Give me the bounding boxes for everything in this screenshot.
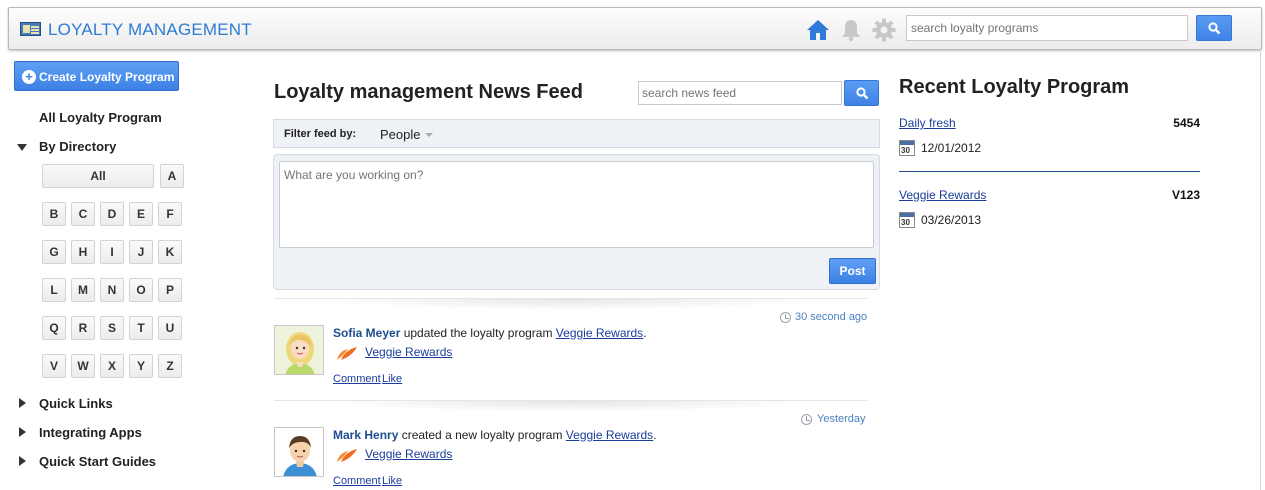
top-header: LOYALTY MANAGEMENT	[8, 7, 1262, 50]
letter-filter-x[interactable]: X	[100, 354, 124, 378]
letter-filter-v[interactable]: V	[42, 354, 66, 378]
like-link[interactable]: Like	[382, 373, 402, 385]
letter-filter-a[interactable]: A	[160, 164, 184, 188]
post-target-link[interactable]: Veggie Rewards	[556, 326, 643, 340]
post-button[interactable]: Post	[829, 258, 876, 284]
bell-icon[interactable]	[839, 18, 863, 42]
calendar-day: 30	[901, 218, 910, 227]
letter-filter-z[interactable]: Z	[158, 354, 182, 378]
post-action-text: created a new loyalty program	[398, 428, 566, 442]
letter-filter-j[interactable]: J	[129, 240, 153, 264]
expand-right-icon[interactable]	[19, 456, 26, 466]
program-search-button[interactable]	[1196, 15, 1232, 41]
letter-filter-g[interactable]: G	[42, 240, 66, 264]
recent-program-link[interactable]: Veggie Rewards	[899, 188, 986, 202]
post-headline: Sofia Meyer updated the loyalty program …	[333, 326, 647, 340]
avatar[interactable]	[274, 325, 324, 375]
user-avatar-icon	[275, 326, 323, 374]
recent-divider	[899, 171, 1200, 172]
letter-filter-t[interactable]: T	[129, 316, 153, 340]
post-timestamp: 30 second ago	[795, 311, 868, 323]
sidebar-item-integrating-apps[interactable]: Integrating Apps	[39, 425, 142, 440]
expand-right-icon[interactable]	[19, 398, 26, 408]
post-composer: Post	[273, 154, 880, 290]
app-title: LOYALTY MANAGEMENT	[48, 20, 252, 39]
letter-filter-w[interactable]: W	[71, 354, 95, 378]
sidebar-item-all-programs[interactable]: All Loyalty Program	[39, 110, 162, 125]
calendar-icon: 30	[899, 140, 915, 156]
feed-title: Loyalty management News Feed	[274, 81, 583, 103]
letter-filter-i[interactable]: I	[100, 240, 124, 264]
recent-programs-title: Recent Loyalty Program	[899, 76, 1130, 98]
program-search-input[interactable]	[906, 15, 1188, 41]
expand-right-icon[interactable]	[19, 427, 26, 437]
feed-divider	[274, 298, 867, 312]
program-link[interactable]: Veggie Rewards	[365, 345, 452, 359]
create-loyalty-program-button[interactable]: + Create Loyalty Program	[14, 61, 179, 91]
recent-program-link[interactable]: Daily fresh	[899, 116, 956, 130]
app-logo-icon	[20, 22, 41, 36]
letter-filter-r[interactable]: R	[71, 316, 95, 340]
post-action-text: updated the loyalty program	[400, 326, 556, 340]
clock-icon	[801, 414, 812, 425]
post-author-link[interactable]: Mark Henry	[333, 428, 398, 442]
letter-filter-n[interactable]: N	[100, 278, 124, 302]
post-headline: Mark Henry created a new loyalty program…	[333, 428, 657, 442]
feed-search-input[interactable]	[638, 81, 842, 105]
post-timestamp: Yesterday	[817, 413, 866, 425]
feed-search-button[interactable]	[844, 80, 879, 106]
sidebar-item-by-directory[interactable]: By Directory	[39, 139, 116, 154]
home-icon[interactable]	[806, 18, 830, 42]
recent-program-date: 12/01/2012	[921, 141, 982, 155]
letter-filter-m[interactable]: M	[71, 278, 95, 302]
search-icon	[1208, 22, 1221, 35]
create-button-label: Create Loyalty Program	[39, 70, 175, 84]
letter-filter-p[interactable]: P	[158, 278, 182, 302]
filter-dropdown[interactable]: People	[380, 127, 420, 142]
program-leaf-icon	[337, 449, 357, 462]
search-icon	[856, 87, 869, 100]
letter-filter-all[interactable]: All	[42, 164, 154, 188]
filter-bar: Filter feed by: People	[273, 119, 880, 148]
post-author-link[interactable]: Sofia Meyer	[333, 326, 400, 340]
comment-link[interactable]: Comment	[333, 475, 381, 487]
recent-program-code: 5454	[1173, 116, 1200, 130]
post-target-link[interactable]: Veggie Rewards	[566, 428, 653, 442]
letter-filter-e[interactable]: E	[129, 202, 153, 226]
program-leaf-icon	[337, 347, 357, 360]
user-avatar-icon	[275, 428, 323, 476]
like-link[interactable]: Like	[382, 475, 402, 487]
clock-icon	[780, 312, 791, 323]
filter-label: Filter feed by:	[284, 128, 357, 140]
plus-icon: +	[22, 70, 36, 84]
scrollbar-track[interactable]	[1260, 52, 1261, 490]
letter-filter-h[interactable]: H	[71, 240, 95, 264]
calendar-icon: 30	[899, 212, 915, 228]
letter-filter-y[interactable]: Y	[129, 354, 153, 378]
letter-filter-k[interactable]: K	[158, 240, 182, 264]
sidebar-item-quick-start-guides[interactable]: Quick Start Guides	[39, 454, 156, 469]
gear-icon[interactable]	[872, 18, 896, 42]
expand-down-icon[interactable]	[17, 144, 27, 151]
recent-program-code: V123	[1171, 188, 1200, 202]
comment-link[interactable]: Comment	[333, 373, 381, 385]
letter-filter-d[interactable]: D	[100, 202, 124, 226]
chevron-down-icon[interactable]	[425, 133, 433, 137]
sidebar-item-quick-links[interactable]: Quick Links	[39, 396, 113, 411]
letter-filter-q[interactable]: Q	[42, 316, 66, 340]
letter-filter-b[interactable]: B	[42, 202, 66, 226]
calendar-day: 30	[901, 146, 910, 155]
program-link[interactable]: Veggie Rewards	[365, 447, 452, 461]
letter-filter-u[interactable]: U	[158, 316, 182, 340]
letter-filter-c[interactable]: C	[71, 202, 95, 226]
feed-divider	[274, 400, 867, 414]
letter-filter-s[interactable]: S	[100, 316, 124, 340]
avatar[interactable]	[274, 427, 324, 477]
letter-filter-l[interactable]: L	[42, 278, 66, 302]
status-input[interactable]	[279, 161, 874, 248]
letter-filter-o[interactable]: O	[129, 278, 153, 302]
recent-program-date: 03/26/2013	[921, 213, 982, 227]
letter-filter-f[interactable]: F	[158, 202, 182, 226]
